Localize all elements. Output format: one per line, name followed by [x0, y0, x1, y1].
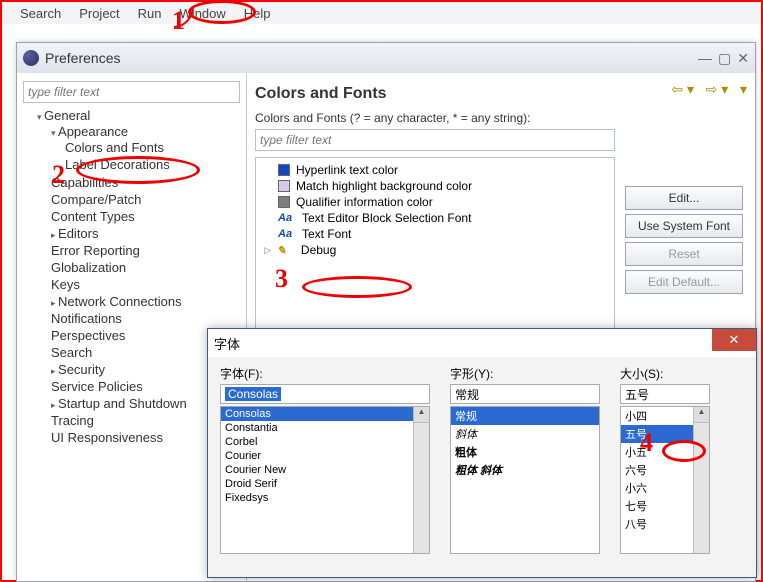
- window-close-icon[interactable]: ✕: [737, 50, 749, 67]
- cf-match-row[interactable]: Match highlight background color: [260, 178, 610, 194]
- tree-globalization[interactable]: Globalization: [51, 260, 126, 275]
- tree-tracing[interactable]: Tracing: [51, 413, 94, 428]
- tree-colors-fonts[interactable]: Colors and Fonts: [65, 140, 164, 155]
- list-item[interactable]: Courier: [221, 449, 429, 463]
- font-dialog-title-text: 字体: [214, 334, 240, 353]
- folder-icon: ✎: [277, 244, 295, 257]
- list-item[interactable]: Consolas: [221, 407, 429, 421]
- tree-keys[interactable]: Keys: [51, 277, 80, 292]
- font-icon: Aa: [278, 228, 296, 240]
- tree-perspectives[interactable]: Perspectives: [51, 328, 125, 343]
- style-list[interactable]: 常规 斜体 粗体 粗体 斜体: [450, 406, 600, 554]
- main-menubar: Search Project Run Window Help: [2, 2, 761, 24]
- page-nav-arrows[interactable]: ⇦ ▾ ⇨ ▾ ▾: [671, 81, 747, 98]
- window-minimize-icon[interactable]: —: [698, 50, 712, 67]
- eclipse-icon: [23, 50, 39, 66]
- font-list[interactable]: Consolas Constantia Corbel Courier Couri…: [220, 406, 430, 554]
- tree-startup-shutdown[interactable]: Startup and Shutdown: [58, 396, 187, 411]
- list-item[interactable]: 斜体: [451, 425, 599, 443]
- size-list[interactable]: 小四 五号 小五 六号 小六 七号 八号 ▲: [620, 406, 710, 554]
- menu-help[interactable]: Help: [244, 6, 271, 21]
- cf-filter-input[interactable]: [255, 129, 615, 151]
- tree-search[interactable]: Search: [51, 345, 92, 360]
- colors-fonts-list[interactable]: Hyperlink text color Match highlight bac…: [255, 157, 615, 357]
- font-name-input[interactable]: Consolas: [220, 384, 430, 404]
- list-item[interactable]: 粗体 斜体: [451, 461, 599, 479]
- list-item[interactable]: Corbel: [221, 435, 429, 449]
- tree-notifications[interactable]: Notifications: [51, 311, 122, 326]
- cf-text-font-row[interactable]: Aa Text Font: [260, 226, 610, 242]
- tree-ui-responsiveness[interactable]: UI Responsiveness: [51, 430, 163, 445]
- font-size-input[interactable]: 五号: [620, 384, 710, 404]
- list-item[interactable]: 常规: [451, 407, 599, 425]
- tree-general[interactable]: General: [44, 108, 90, 123]
- style-label: 字形(Y):: [450, 365, 600, 382]
- font-label: 字体(F):: [220, 365, 430, 382]
- chevron-right-icon: ▷: [264, 245, 271, 256]
- menu-project[interactable]: Project: [79, 6, 119, 21]
- font-dialog: 字体 ✕ 字体(F): Consolas Consolas Constantia…: [207, 328, 757, 578]
- scroll-up-icon[interactable]: ▲: [414, 407, 429, 423]
- tree-service-policies[interactable]: Service Policies: [51, 379, 143, 394]
- tree-appearance[interactable]: Appearance: [58, 124, 128, 139]
- edit-default-button[interactable]: Edit Default...: [625, 270, 743, 294]
- tree-editors[interactable]: Editors: [58, 226, 98, 241]
- font-dialog-titlebar[interactable]: 字体 ✕: [208, 329, 756, 357]
- action-buttons: Edit... Use System Font Reset Edit Defau…: [625, 186, 743, 294]
- list-item[interactable]: Courier New: [221, 463, 429, 477]
- menu-window[interactable]: Window: [180, 6, 226, 21]
- cf-debug-row[interactable]: ▷ ✎ Debug: [260, 242, 610, 258]
- tree-network[interactable]: Network Connections: [58, 294, 182, 309]
- cf-hyperlink-row[interactable]: Hyperlink text color: [260, 162, 610, 178]
- list-item[interactable]: Constantia: [221, 421, 429, 435]
- tree-content-types[interactable]: Content Types: [51, 209, 135, 224]
- tree-error-reporting[interactable]: Error Reporting: [51, 243, 140, 258]
- tree-security[interactable]: Security: [58, 362, 105, 377]
- preferences-titlebar[interactable]: Preferences — ▢ ✕: [17, 43, 755, 73]
- scrollbar[interactable]: ▲: [693, 407, 709, 553]
- tree-label-decorations[interactable]: Label Decorations: [65, 157, 170, 172]
- color-swatch-icon: [278, 180, 290, 192]
- scroll-up-icon[interactable]: ▲: [694, 407, 709, 423]
- color-swatch-icon: [278, 164, 290, 176]
- size-label: 大小(S):: [620, 365, 710, 382]
- cf-block-font-row[interactable]: Aa Text Editor Block Selection Font: [260, 210, 610, 226]
- list-item[interactable]: 粗体: [451, 443, 599, 461]
- scrollbar[interactable]: ▲: [413, 407, 429, 553]
- tree-compare-patch[interactable]: Compare/Patch: [51, 192, 141, 207]
- font-style-input[interactable]: 常规: [450, 384, 600, 404]
- font-icon: Aa: [278, 212, 296, 224]
- use-system-font-button[interactable]: Use System Font: [625, 214, 743, 238]
- preferences-title-text: Preferences: [45, 50, 120, 66]
- window-maximize-icon[interactable]: ▢: [718, 50, 731, 67]
- reset-button[interactable]: Reset: [625, 242, 743, 266]
- cf-qualifier-row[interactable]: Qualifier information color: [260, 194, 610, 210]
- color-swatch-icon: [278, 196, 290, 208]
- edit-button[interactable]: Edit...: [625, 186, 743, 210]
- list-item[interactable]: Droid Serif: [221, 477, 429, 491]
- menu-search[interactable]: Search: [20, 6, 61, 21]
- close-icon[interactable]: ✕: [712, 329, 756, 351]
- list-item[interactable]: Fixedsys: [221, 491, 429, 505]
- page-desc: Colors and Fonts (? = any character, * =…: [255, 111, 747, 125]
- menu-run[interactable]: Run: [138, 6, 162, 21]
- tree-capabilities[interactable]: Capabilities: [51, 175, 118, 190]
- tree-filter-input[interactable]: [23, 81, 240, 103]
